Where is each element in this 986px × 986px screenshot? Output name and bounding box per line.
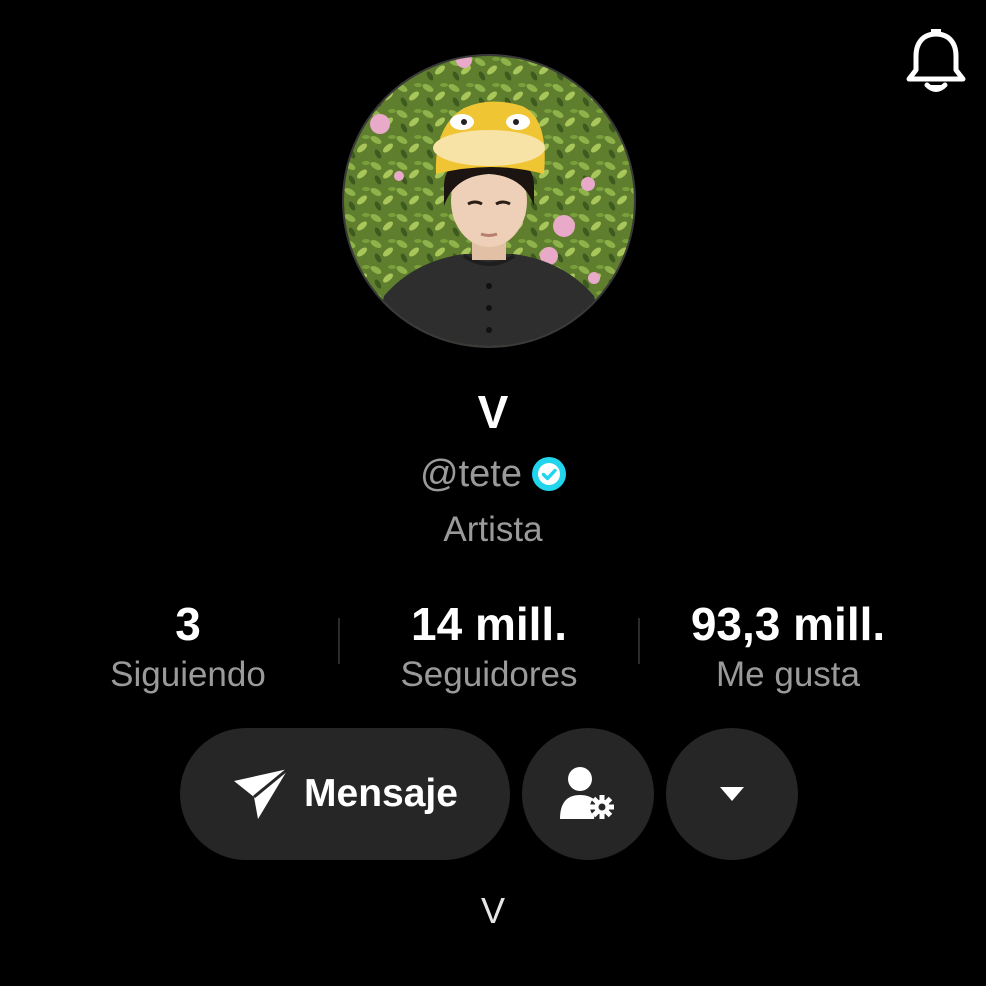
notifications-bell-button[interactable]: [904, 28, 968, 98]
profile-category: Artista: [443, 510, 543, 549]
stat-followers-value: 14 mill.: [411, 598, 567, 650]
message-button-label: Mensaje: [304, 772, 458, 815]
stat-followers[interactable]: 14 mill. Seguidores: [329, 596, 649, 698]
follow-settings-button[interactable]: [522, 728, 654, 860]
stat-likes[interactable]: 93,3 mill. Me gusta: [628, 596, 948, 698]
caret-down-icon: [720, 787, 744, 801]
stat-following[interactable]: 3 Siguiendo: [28, 596, 348, 698]
user-gear-icon: [560, 767, 614, 819]
handle-row: @tete: [0, 450, 986, 498]
more-options-button[interactable]: [666, 728, 798, 860]
bell-icon: [906, 29, 966, 92]
message-button[interactable]: Mensaje: [180, 728, 510, 860]
stat-following-label: Siguiendo: [110, 655, 266, 694]
profile-avatar[interactable]: [344, 56, 634, 346]
avatar-image: [344, 56, 634, 346]
profile-bio: V: [480, 890, 505, 931]
stat-following-value: 3: [175, 598, 201, 650]
stat-followers-label: Seguidores: [400, 655, 578, 694]
stat-likes-label: Me gusta: [716, 655, 860, 694]
username-handle: @tete: [420, 453, 522, 495]
send-icon: [234, 767, 290, 819]
verified-badge-icon: [531, 457, 566, 491]
display-name: V: [477, 386, 509, 438]
stat-likes-value: 93,3 mill.: [690, 598, 886, 650]
